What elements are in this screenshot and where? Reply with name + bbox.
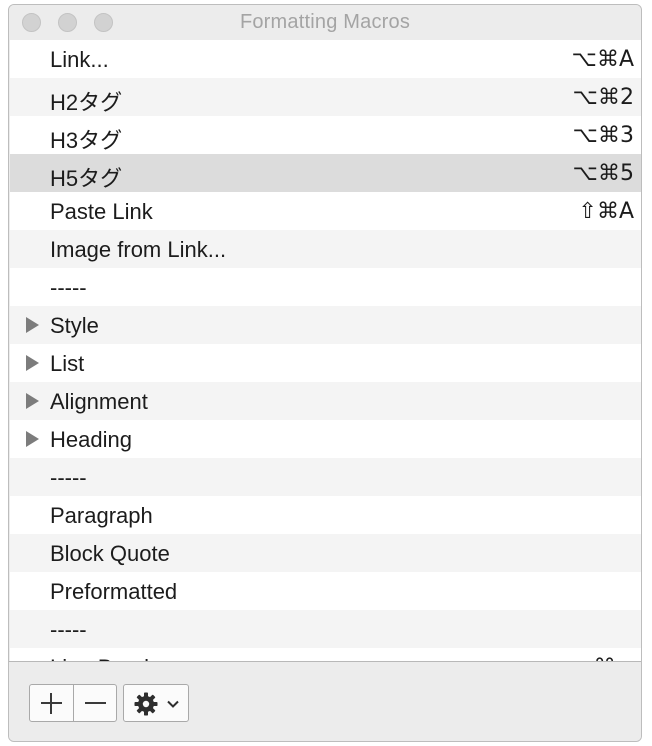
disclosure-triangle-icon[interactable] [26,393,39,409]
macro-row[interactable]: Image from Link... [10,230,641,268]
macro-shortcut: ⇧⌘A [578,199,634,224]
macro-shortcut: ⌥⌘2 [572,85,634,110]
bottom-toolbar [9,661,641,741]
macro-label: ----- [50,617,87,642]
macro-label: H2タグ [50,90,123,115]
chevron-down-icon [167,700,179,708]
macro-label: Link... [50,47,109,72]
macro-list[interactable]: Link... ⌥⌘A H2タグ ⌥⌘2 H3タグ ⌥⌘3 H5タグ ⌥⌘5 Paste Lin… [10,40,641,661]
macro-shortcut: ⌥⌘3 [572,123,634,148]
macro-row[interactable]: List [10,344,641,382]
macro-row[interactable]: H3タグ ⌥⌘3 [10,116,641,154]
macro-label: Heading [50,427,132,452]
disclosure-triangle-icon[interactable] [26,317,39,333]
macro-row[interactable]: Heading [10,420,641,458]
macro-label: Paste Link [50,199,153,224]
macro-row[interactable]: Block Quote [10,534,641,572]
macro-label: Preformatted [50,579,178,604]
remove-macro-button[interactable] [72,685,117,721]
separator-row[interactable]: ----- [10,268,641,306]
macro-row[interactable]: Paragraph [10,496,641,534]
macro-row[interactable]: H5タグ ⌥⌘5 [10,154,641,192]
formatting-macros-window: Formatting Macros Link... ⌥⌘A H2タグ ⌥⌘2 H3タグ ⌥… [8,4,642,742]
add-macro-button[interactable] [30,685,73,721]
macro-row[interactable]: Link... ⌥⌘A [10,40,641,78]
macro-row[interactable]: Alignment [10,382,641,420]
disclosure-triangle-icon[interactable] [26,431,39,447]
add-remove-control [29,684,117,722]
macro-label: Alignment [50,389,148,414]
macro-row[interactable]: H2タグ ⌥⌘2 [10,78,641,116]
title-bar[interactable]: Formatting Macros [9,5,641,37]
macro-label: H3タグ [50,128,123,153]
separator-row[interactable]: ----- [10,610,641,648]
macro-shortcut: ⌥⌘5 [572,161,634,186]
macro-label: Image from Link... [50,237,227,262]
disclosure-triangle-icon[interactable] [26,355,39,371]
macro-label: ----- [50,465,87,490]
macro-shortcut: ⌥⌘A [571,47,634,72]
window-title: Formatting Macros [239,11,411,33]
macro-label: Paragraph [50,503,153,528]
macro-label: List [50,351,85,376]
macro-row[interactable]: Preformatted [10,572,641,610]
macro-row[interactable]: Style [10,306,641,344]
macro-label: ----- [50,275,87,300]
macro-label: H5タグ [50,166,123,191]
macro-row[interactable]: Line Break⌘↩ [10,648,641,661]
gear-icon [134,692,158,716]
action-menu-button[interactable] [123,684,189,722]
macro-label: Style [50,313,99,338]
separator-row[interactable]: ----- [10,458,641,496]
macro-label: Block Quote [50,541,170,566]
macro-row[interactable]: Paste Link ⇧⌘A [10,192,641,230]
